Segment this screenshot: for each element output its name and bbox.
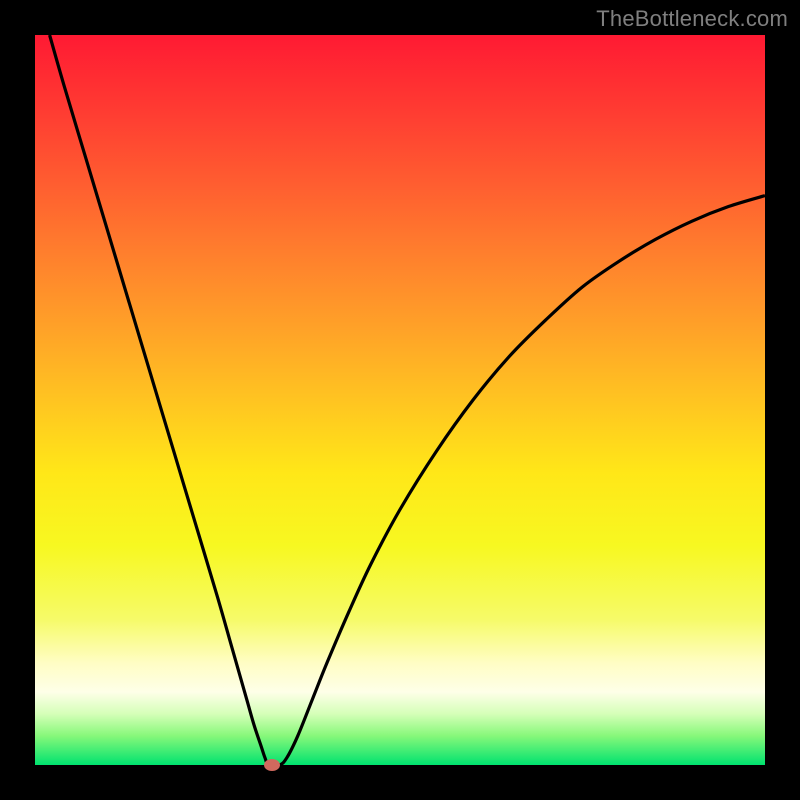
optimum-marker (264, 759, 280, 771)
curve-path (50, 35, 765, 766)
bottleneck-curve (35, 35, 765, 765)
watermark-text: TheBottleneck.com (596, 6, 788, 32)
chart-plot-area (35, 35, 765, 765)
outer-frame: TheBottleneck.com (0, 0, 800, 800)
